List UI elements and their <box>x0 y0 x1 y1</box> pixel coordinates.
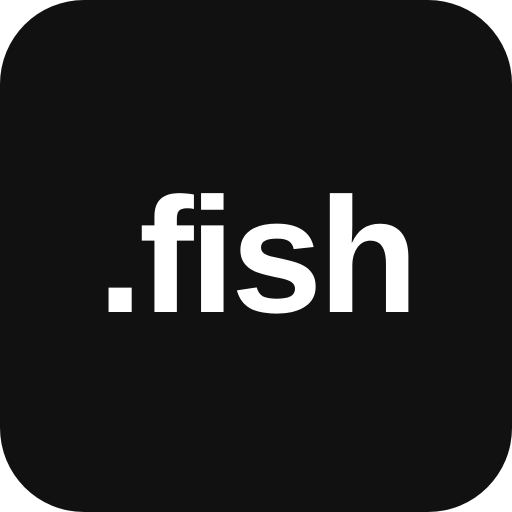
app-icon: .fish <box>0 0 512 512</box>
icon-wordmark: .fish <box>97 164 418 347</box>
